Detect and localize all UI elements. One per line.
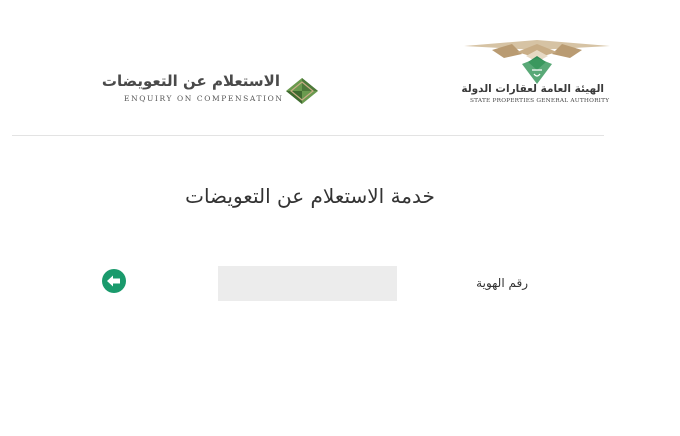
- page-header: الاستعلام عن التعويضات ENQUIRY ON COMPEN…: [0, 0, 680, 136]
- green-diamond-icon: [286, 78, 318, 104]
- authority-name-ar: الهيئة العامة لعقارات الدولة: [461, 83, 604, 95]
- id-number-label: رقم الهوية: [476, 276, 528, 290]
- enquiry-logo-title-ar: الاستعلام عن التعويضات: [101, 72, 280, 90]
- page-title: خدمة الاستعلام عن التعويضات: [185, 184, 435, 208]
- header-divider: [12, 135, 604, 136]
- enquiry-logo: الاستعلام عن التعويضات ENQUIRY ON COMPEN…: [101, 72, 320, 112]
- arrow-left-circle-icon[interactable]: [102, 269, 126, 293]
- authority-logo: الهيئة العامة لعقارات الدولة STATE PROPE…: [461, 36, 612, 116]
- enquiry-logo-title-en: ENQUIRY ON COMPENSATION: [124, 94, 284, 103]
- authority-name-en: STATE PROPERTIES GENERAL AUTHORITY: [470, 98, 610, 104]
- id-number-input[interactable]: [218, 266, 397, 301]
- state-emblem-icon: [464, 40, 610, 84]
